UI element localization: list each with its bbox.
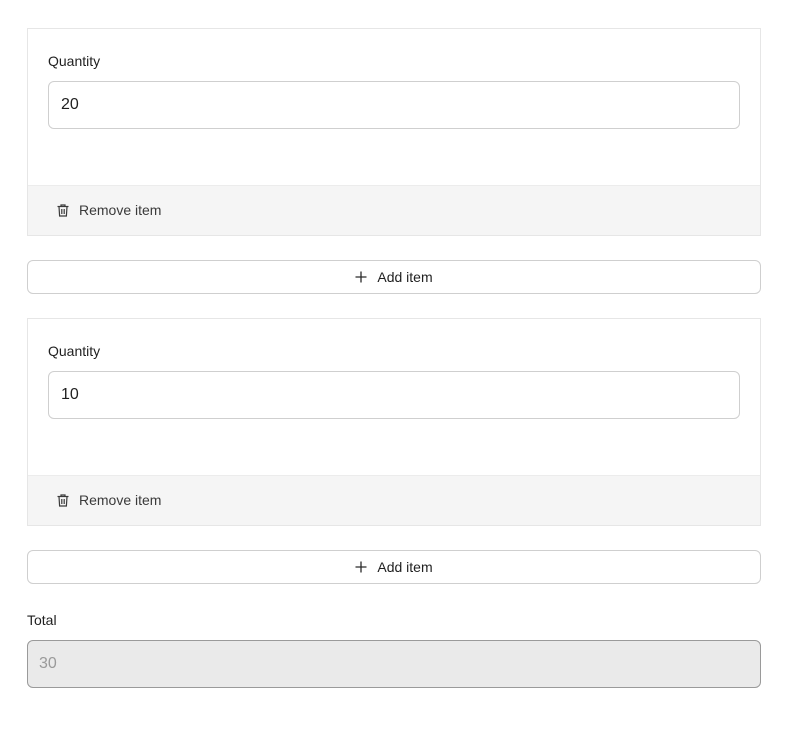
quantity-input[interactable]: [48, 81, 740, 129]
plus-icon: [355, 271, 367, 283]
item-card: Quantity Remove item: [27, 318, 761, 526]
quantity-label: Quantity: [48, 343, 101, 359]
remove-item-label: Remove item: [79, 202, 162, 218]
total-field: [27, 640, 761, 688]
add-item-button[interactable]: Add item: [27, 550, 761, 584]
add-item-label: Add item: [377, 269, 433, 285]
quantity-label: Quantity: [48, 53, 101, 69]
remove-item-label: Remove item: [79, 492, 162, 508]
item-card-footer: Remove item: [28, 475, 760, 525]
plus-icon: [355, 561, 367, 573]
add-item-label: Add item: [377, 559, 433, 575]
quantity-input[interactable]: [48, 371, 740, 419]
remove-item-button[interactable]: Remove item: [56, 200, 161, 220]
item-card-body: Quantity: [28, 29, 760, 185]
trash-icon: [56, 203, 70, 218]
remove-item-button[interactable]: Remove item: [56, 490, 161, 510]
item-card-body: Quantity: [28, 319, 760, 475]
add-item-button[interactable]: Add item: [27, 260, 761, 294]
total-label: Total: [27, 612, 57, 628]
item-card: Quantity Remove item: [27, 28, 761, 236]
item-card-footer: Remove item: [28, 185, 760, 235]
trash-icon: [56, 493, 70, 508]
